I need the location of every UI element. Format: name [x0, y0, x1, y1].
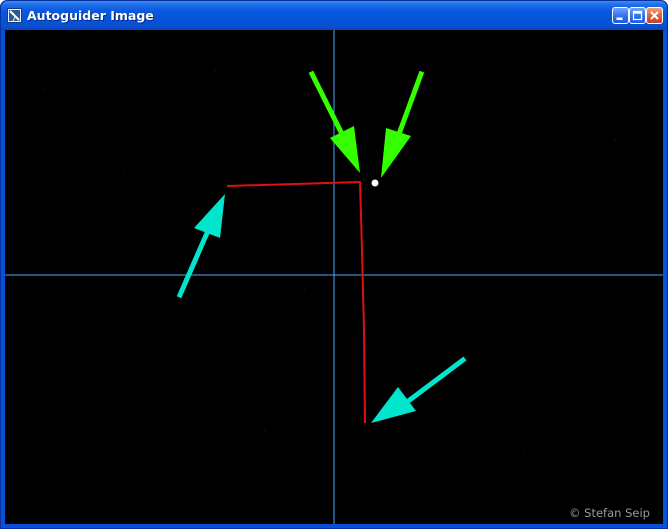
guider-image	[5, 30, 663, 524]
guider-image-area[interactable]: © Stefan Seip	[5, 30, 663, 524]
minimize-button[interactable]	[612, 7, 629, 24]
guide-star	[371, 179, 379, 187]
green-arrow-right	[381, 70, 425, 178]
minimize-icon	[616, 17, 623, 20]
cyan-arrow-lower	[371, 356, 467, 423]
maximize-icon	[632, 10, 643, 21]
guide-trail	[226, 181, 366, 424]
cyan-arrow-upper	[176, 194, 225, 299]
close-icon	[650, 11, 659, 20]
maximize-button[interactable]	[629, 7, 646, 24]
green-arrow-left	[308, 70, 360, 173]
window-title: Autoguider Image	[27, 8, 154, 23]
close-button[interactable]	[646, 7, 663, 24]
image-credit: © Stefan Seip	[569, 506, 650, 520]
autoguider-window: Autoguider Image © Stefan Seip	[0, 0, 668, 529]
title-bar[interactable]: Autoguider Image	[1, 1, 667, 30]
telescope-app-icon	[7, 8, 22, 23]
sensor-noise	[44, 69, 616, 451]
